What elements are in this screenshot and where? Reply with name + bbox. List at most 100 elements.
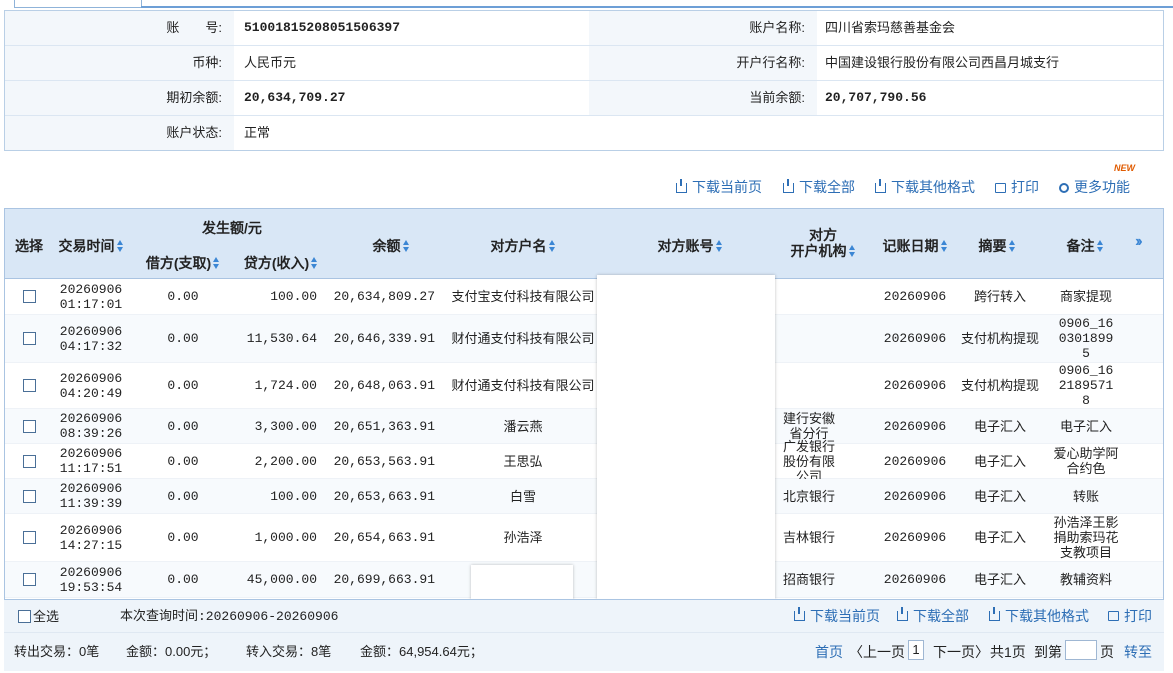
current-balance-value: 20,707,790.56 <box>825 90 927 105</box>
cell-time: 20260906 01:17:01 <box>51 279 131 314</box>
footer-download-page-link[interactable]: 下载当前页 <box>794 607 880 625</box>
cell-bank <box>777 315 841 362</box>
header-party-name[interactable]: 对方户名 <box>451 236 595 256</box>
account-info-panel: 账 号: 51001815208051506397 账户名称: 四川省索玛慈善基… <box>4 10 1164 151</box>
cell-post: 20260906 <box>883 418 947 434</box>
opening-balance-value: 20,634,709.27 <box>244 90 346 105</box>
footer-print-link[interactable]: 打印 <box>1108 607 1152 625</box>
table-row[interactable]: 20260906 01:17:01 0.00 100.00 20,634,809.27 支… <box>5 279 1163 315</box>
header-debit[interactable]: 借方(支取) <box>135 253 231 273</box>
info-spacer <box>589 116 817 150</box>
cell-credit: 100.00 <box>270 488 317 504</box>
info-row-currency: 币种: 人民币元 开户行名称: 中国建设银行股份有限公司西昌月城支行 <box>5 46 1163 81</box>
row-checkbox[interactable] <box>22 454 36 468</box>
cell-time: 20260906 11:39:39 <box>51 479 131 513</box>
account-name-label: 账户名称: <box>589 11 817 45</box>
cell-time: 20260906 14:27:15 <box>51 514 131 561</box>
info-row-balance: 期初余额: 20,634,709.27 当前余额: 20,707,790.56 <box>5 81 1163 116</box>
cell-remark: 孙浩泽王影捐助索玛花支教项目 <box>1053 515 1119 560</box>
cell-post: 20260906 <box>883 572 947 587</box>
cell-party: 财付通支付科技有限公司 <box>451 378 595 393</box>
cell-balance: 20,648,063.91 <box>333 378 435 393</box>
sort-icon <box>116 240 124 252</box>
select-all-checkbox[interactable] <box>18 610 31 623</box>
cell-remark: 0906_1621895718 <box>1058 363 1114 408</box>
cell-date-text: 20260906 <box>59 522 123 538</box>
header-credit[interactable]: 贷方(收入) <box>233 253 329 273</box>
download-icon <box>875 179 886 193</box>
cell-post: 20260906 <box>883 331 947 346</box>
row-checkbox[interactable] <box>22 290 36 303</box>
prev-page-link[interactable]: 〈上一页 <box>849 643 905 661</box>
cell-time: 20260906 04:17:32 <box>51 315 131 362</box>
download-other-link[interactable]: 下载其他格式 <box>875 178 975 196</box>
cell-debit: 0.00 <box>167 453 199 469</box>
cell-credit: 3,300.00 <box>254 418 317 434</box>
more-functions-link[interactable]: 更多功能 <box>1059 178 1130 196</box>
cell-balance: 20,653,663.91 <box>333 488 435 504</box>
cell-date-text: 20260906 <box>59 411 123 426</box>
header-balance[interactable]: 余额 <box>341 236 441 256</box>
table-row[interactable]: 20260906 04:20:49 0.00 1,724.00 20,648,063.9… <box>5 363 1163 409</box>
sort-icon <box>848 245 856 257</box>
goto-button[interactable]: 转至 <box>1124 643 1152 661</box>
header-party-bank[interactable]: 对方 开户机构 <box>777 227 869 259</box>
table-row[interactable]: 20260906 11:17:51 0.00 2,200.00 20,653,563.9… <box>5 439 1163 484</box>
header-summary[interactable]: 摘要 <box>959 236 1035 256</box>
footer-download-other-link[interactable]: 下载其他格式 <box>989 607 1089 625</box>
total-pages: 共1页 <box>990 644 1026 660</box>
goto-page-input[interactable] <box>1065 640 1097 660</box>
table-row[interactable]: 20260906 04:17:32 0.00 11,530.64 20,646,339.… <box>5 315 1163 363</box>
header-remark[interactable]: 备注 <box>1045 236 1125 256</box>
sort-icon <box>402 240 410 252</box>
cell-credit: 2,200.00 <box>254 453 317 469</box>
header-select: 选择 <box>15 238 43 254</box>
cell-party: 孙浩泽 <box>503 530 543 545</box>
table-row[interactable]: 20260906 19:53:54 0.00 45,000.00 20,699,663.… <box>5 562 1163 598</box>
summary-bar: 转出交易：0笔 金额：0.00元； 转入交易：8笔 金额：64,954.64元；… <box>4 633 1164 671</box>
table-row[interactable]: 20260906 08:39:26 0.00 3,300.00 20,651,363.9… <box>5 409 1163 444</box>
download-icon <box>676 179 687 193</box>
header-party-account[interactable]: 对方账号 <box>605 236 775 256</box>
row-checkbox[interactable] <box>22 332 36 345</box>
print-link[interactable]: 打印 <box>995 178 1039 196</box>
account-no-label: 账 号: <box>5 11 234 45</box>
cell-remark: 商家提现 <box>1059 289 1112 304</box>
row-checkbox[interactable] <box>22 379 36 392</box>
select-all[interactable]: 全选 <box>18 608 59 626</box>
cell-debit: 0.00 <box>167 488 199 504</box>
cell-time: 20260906 19:53:54 <box>51 562 131 597</box>
cell-date-text: 20260906 <box>59 281 123 297</box>
cell-date-text: 20260906 <box>59 446 123 461</box>
cell-remark: 爱心助学阿合约色 <box>1053 446 1119 476</box>
cell-post: 20260906 <box>883 530 947 545</box>
sort-icon <box>213 257 220 269</box>
download-page-link[interactable]: 下载当前页 <box>676 178 762 196</box>
account-name-value: 四川省索玛慈善基金会 <box>825 20 956 35</box>
more-columns-icon[interactable]: ›› <box>1135 233 1142 251</box>
row-checkbox[interactable] <box>22 489 36 503</box>
current-page: 1 <box>908 640 924 660</box>
status-label: 账户状态: <box>5 116 234 150</box>
footer-download-all-link[interactable]: 下载全部 <box>897 607 969 625</box>
table-row[interactable]: 20260906 14:27:15 0.00 1,000.00 20,654,663.9… <box>5 514 1163 562</box>
table-row[interactable]: 20260906 11:39:39 0.00 100.00 20,653,663.91 白… <box>5 479 1163 514</box>
cell-time: 20260906 08:39:26 <box>51 409 131 443</box>
header-time[interactable]: 交易时间 <box>51 236 131 256</box>
cell-summary: 电子汇入 <box>973 488 1026 504</box>
first-page-link[interactable]: 首页 <box>815 643 843 661</box>
active-tab[interactable] <box>14 0 142 8</box>
cell-summary: 电子汇入 <box>973 572 1026 587</box>
out-tx-amount: 金额：0.00元； <box>126 644 217 659</box>
header-post-date[interactable]: 记账日期 <box>873 236 957 256</box>
row-checkbox[interactable] <box>22 573 36 586</box>
sort-icon <box>311 257 318 269</box>
row-checkbox[interactable] <box>22 531 36 544</box>
page-unit: 页 <box>1100 644 1114 660</box>
cell-summary: 电子汇入 <box>973 418 1026 434</box>
row-checkbox[interactable] <box>22 419 36 433</box>
cell-time-text: 01:17:01 <box>59 296 123 312</box>
next-page-link[interactable]: 下一页〉 <box>933 643 989 661</box>
download-all-link[interactable]: 下载全部 <box>783 178 855 196</box>
cell-balance: 20,651,363.91 <box>333 418 435 434</box>
